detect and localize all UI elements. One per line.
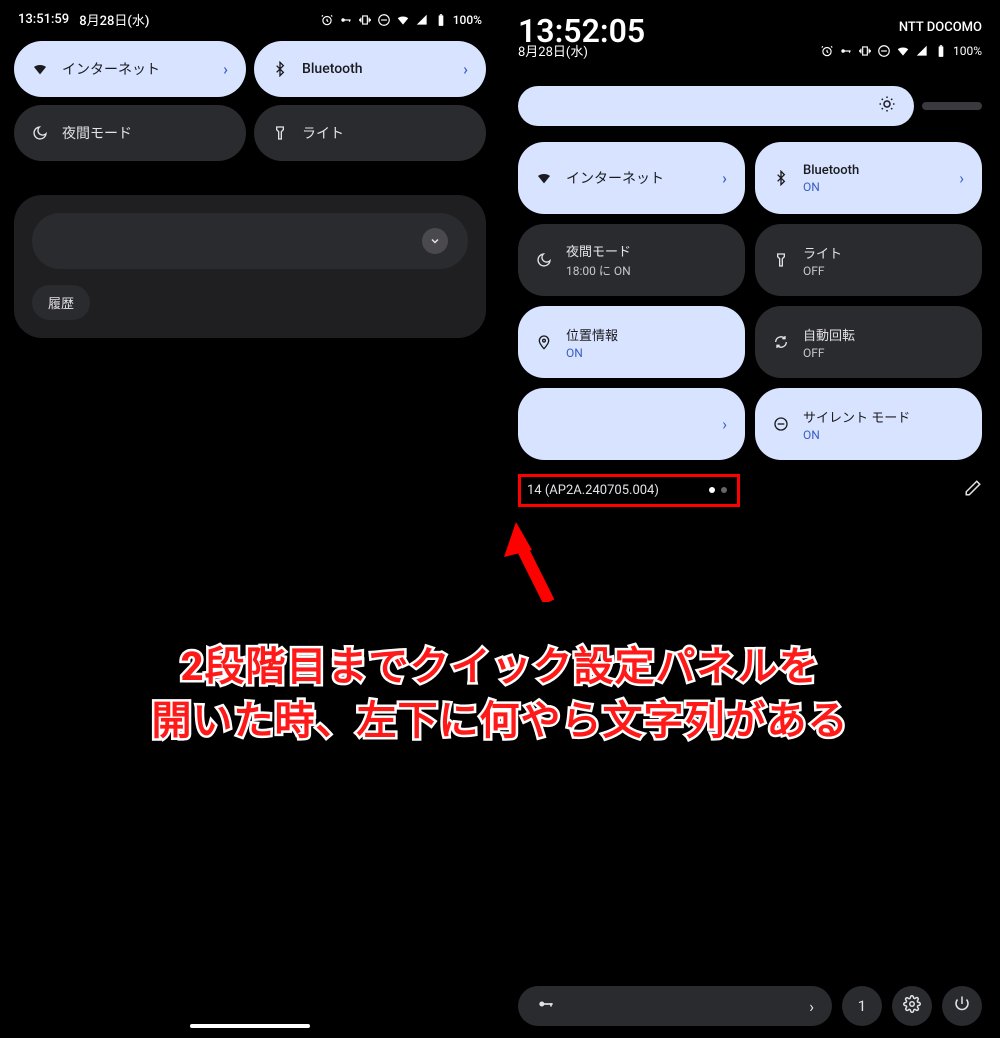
battery-icon — [434, 13, 448, 27]
bluetooth-icon — [272, 61, 288, 77]
status-bar: 13:51:59 8月28日(水) — [0, 0, 500, 35]
dnd-icon — [877, 44, 891, 58]
battery-icon — [934, 44, 948, 58]
tile-flashlight[interactable]: ライト — [254, 105, 486, 161]
vpn-status-bar[interactable]: › — [518, 986, 832, 1026]
tile-sub: OFF — [803, 346, 855, 360]
chevron-right-icon: › — [223, 60, 228, 79]
chevron-right-icon: › — [809, 997, 814, 1016]
tile-sub: OFF — [803, 264, 842, 278]
tile-sub: ON — [803, 428, 910, 442]
footer-controls: › 1 — [518, 986, 982, 1026]
tile-internet[interactable]: インターネット › — [518, 142, 745, 214]
status-time: 13:51:59 — [18, 12, 69, 27]
tile-auto-rotate[interactable]: 自動回転 OFF — [755, 306, 982, 378]
bluetooth-icon — [773, 170, 789, 186]
dnd-icon — [377, 13, 391, 27]
gear-icon — [903, 995, 921, 1017]
annotation-arrow — [504, 522, 554, 602]
chevron-right-icon: › — [722, 169, 727, 188]
user-count: 1 — [858, 997, 866, 1015]
tile-bluetooth[interactable]: Bluetooth ON › — [755, 142, 982, 214]
status-icons: 100% — [320, 13, 482, 27]
tile-label: サイレント モード — [803, 407, 910, 426]
page-indicator — [709, 487, 727, 493]
edit-icon[interactable] — [964, 479, 982, 501]
signal-icon — [415, 13, 429, 27]
settings-button[interactable] — [892, 986, 932, 1026]
status-icons: 100% — [820, 44, 982, 58]
signal-icon — [915, 44, 929, 58]
tile-label: 夜間モード — [566, 241, 631, 260]
build-number: 14 (AP2A.240705.004) — [527, 483, 659, 498]
status-date: 8月28日(水) — [79, 10, 149, 29]
notification-panel: 履歴 — [14, 195, 486, 338]
wifi-icon — [32, 61, 48, 77]
tile-bluetooth[interactable]: Bluetooth › — [254, 41, 486, 97]
chevron-right-icon: › — [959, 169, 964, 188]
chevron-down-icon[interactable] — [422, 228, 448, 254]
power-icon — [953, 995, 971, 1017]
moon-icon — [32, 125, 48, 141]
date: 8月28日(水) — [518, 41, 588, 60]
wifi-icon — [396, 13, 410, 27]
build-footer-row: 14 (AP2A.240705.004) — [518, 474, 982, 506]
tile-night-mode[interactable]: 夜間モード — [14, 105, 246, 161]
vpn-key-icon — [339, 13, 353, 27]
tile-label: 自動回転 — [803, 325, 855, 344]
notification-group[interactable] — [32, 213, 468, 269]
brightness-track-empty — [922, 102, 982, 110]
location-icon — [536, 334, 552, 350]
tile-label: Bluetooth — [803, 163, 859, 178]
battery-pct: 100% — [453, 13, 482, 27]
wifi-icon — [896, 44, 910, 58]
vpn-key-icon — [839, 44, 853, 58]
left-screen: 13:51:59 8月28日(水) — [0, 0, 500, 1038]
quick-settings-expanded: インターネット › Bluetooth ON › — [500, 142, 1000, 460]
brightness-icon — [878, 95, 896, 117]
tile-internet[interactable]: インターネット › — [14, 41, 246, 97]
vibrate-icon — [358, 13, 372, 27]
tile-label: ライト — [302, 123, 344, 143]
alarm-icon — [820, 44, 834, 58]
flashlight-icon — [773, 252, 789, 268]
right-screen: 13:52:05 NTT DOCOMO 8月28日(水) — [500, 0, 1000, 1038]
tile-flashlight[interactable]: ライト OFF — [755, 224, 982, 296]
chevron-right-icon: › — [722, 415, 727, 434]
dnd-icon — [773, 416, 789, 432]
caption-line2: 開いた時、左下に何やら文字列がある — [0, 694, 1000, 748]
tile-sub: ON — [566, 346, 618, 360]
power-button[interactable] — [942, 986, 982, 1026]
tile-night-mode[interactable]: 夜間モード 18:00 に ON — [518, 224, 745, 296]
tile-label: インターネット — [566, 168, 664, 188]
tile-label: 位置情報 — [566, 325, 618, 344]
battery-pct: 100% — [953, 44, 982, 58]
tile-silent-mode[interactable]: サイレント モード ON — [755, 388, 982, 460]
tile-label: ライト — [803, 243, 842, 262]
history-chip[interactable]: 履歴 — [32, 285, 90, 320]
nav-handle[interactable] — [190, 1024, 310, 1028]
vibrate-icon — [858, 44, 872, 58]
user-button[interactable]: 1 — [842, 986, 882, 1026]
tile-label: Bluetooth — [302, 61, 363, 77]
tile-label: インターネット — [62, 59, 160, 79]
tile-sub: 18:00 に ON — [566, 262, 631, 279]
tile-label: 夜間モード — [62, 123, 132, 143]
annotation-caption: 2段階目までクイック設定パネルを 開いた時、左下に何やら文字列がある — [0, 640, 1000, 748]
wifi-icon — [536, 170, 552, 186]
tile-location[interactable]: 位置情報 ON — [518, 306, 745, 378]
chevron-right-icon: › — [463, 60, 468, 79]
caption-line1: 2段階目までクイック設定パネルを — [0, 640, 1000, 694]
rotate-icon — [773, 334, 789, 350]
vpn-key-icon — [536, 994, 556, 1018]
annotation-box: 14 (AP2A.240705.004) — [518, 474, 740, 507]
brightness-slider[interactable] — [518, 86, 982, 126]
moon-icon — [536, 252, 552, 268]
alarm-icon — [320, 13, 334, 27]
tile-blank[interactable]: › — [518, 388, 745, 460]
status-header: 13:52:05 NTT DOCOMO 8月28日(水) — [500, 0, 1000, 68]
tile-sub: ON — [803, 180, 859, 194]
flashlight-icon — [272, 125, 288, 141]
quick-settings-compact: インターネット › Bluetooth › 夜間モード — [0, 35, 500, 175]
